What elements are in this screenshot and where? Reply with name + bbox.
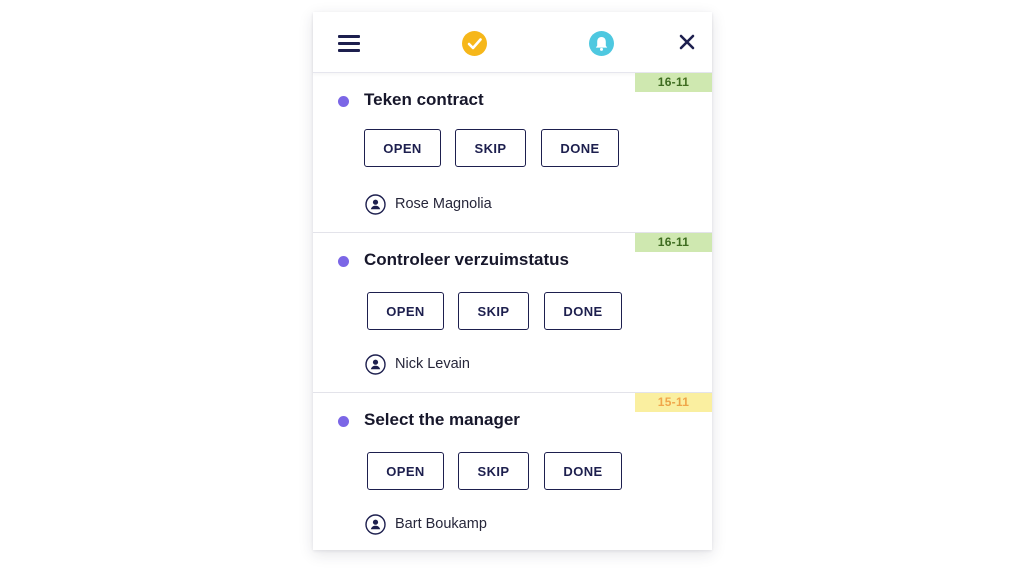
- task-panel: 16-11 Teken contract OPEN SKIP DONE Rose…: [313, 12, 712, 550]
- date-badge: 16-11: [635, 233, 712, 252]
- task-item: 16-11 Controleer verzuimstatus OPEN SKIP…: [313, 233, 712, 393]
- skip-button[interactable]: SKIP: [458, 452, 529, 490]
- skip-button[interactable]: SKIP: [458, 292, 529, 330]
- assignee-name: Rose Magnolia: [395, 196, 492, 212]
- panel-header: [313, 12, 712, 73]
- assignee-name: Nick Levain: [395, 356, 470, 372]
- open-button[interactable]: OPEN: [364, 129, 441, 167]
- done-button[interactable]: DONE: [544, 292, 622, 330]
- task-item: 16-11 Teken contract OPEN SKIP DONE Rose…: [313, 73, 712, 233]
- task-item: 15-11 Select the manager OPEN SKIP DONE …: [313, 393, 712, 552]
- task-title: Controleer verzuimstatus: [364, 250, 569, 269]
- done-button[interactable]: DONE: [544, 452, 622, 490]
- open-button[interactable]: OPEN: [367, 452, 444, 490]
- done-button[interactable]: DONE: [541, 129, 619, 167]
- user-icon: [365, 194, 386, 215]
- status-dot: [338, 416, 349, 427]
- date-badge: 16-11: [635, 73, 712, 92]
- skip-button[interactable]: SKIP: [455, 129, 526, 167]
- user-icon: [365, 354, 386, 375]
- close-icon[interactable]: [679, 34, 695, 50]
- open-button[interactable]: OPEN: [367, 292, 444, 330]
- hamburger-menu-icon[interactable]: [338, 35, 360, 52]
- date-badge: 15-11: [635, 393, 712, 412]
- status-dot: [338, 96, 349, 107]
- bell-icon[interactable]: [589, 31, 614, 56]
- assignee-name: Bart Boukamp: [395, 516, 487, 532]
- task-title: Teken contract: [364, 90, 484, 109]
- check-circle-icon[interactable]: [462, 31, 487, 56]
- task-title: Select the manager: [364, 410, 520, 429]
- user-icon: [365, 514, 386, 535]
- status-dot: [338, 256, 349, 267]
